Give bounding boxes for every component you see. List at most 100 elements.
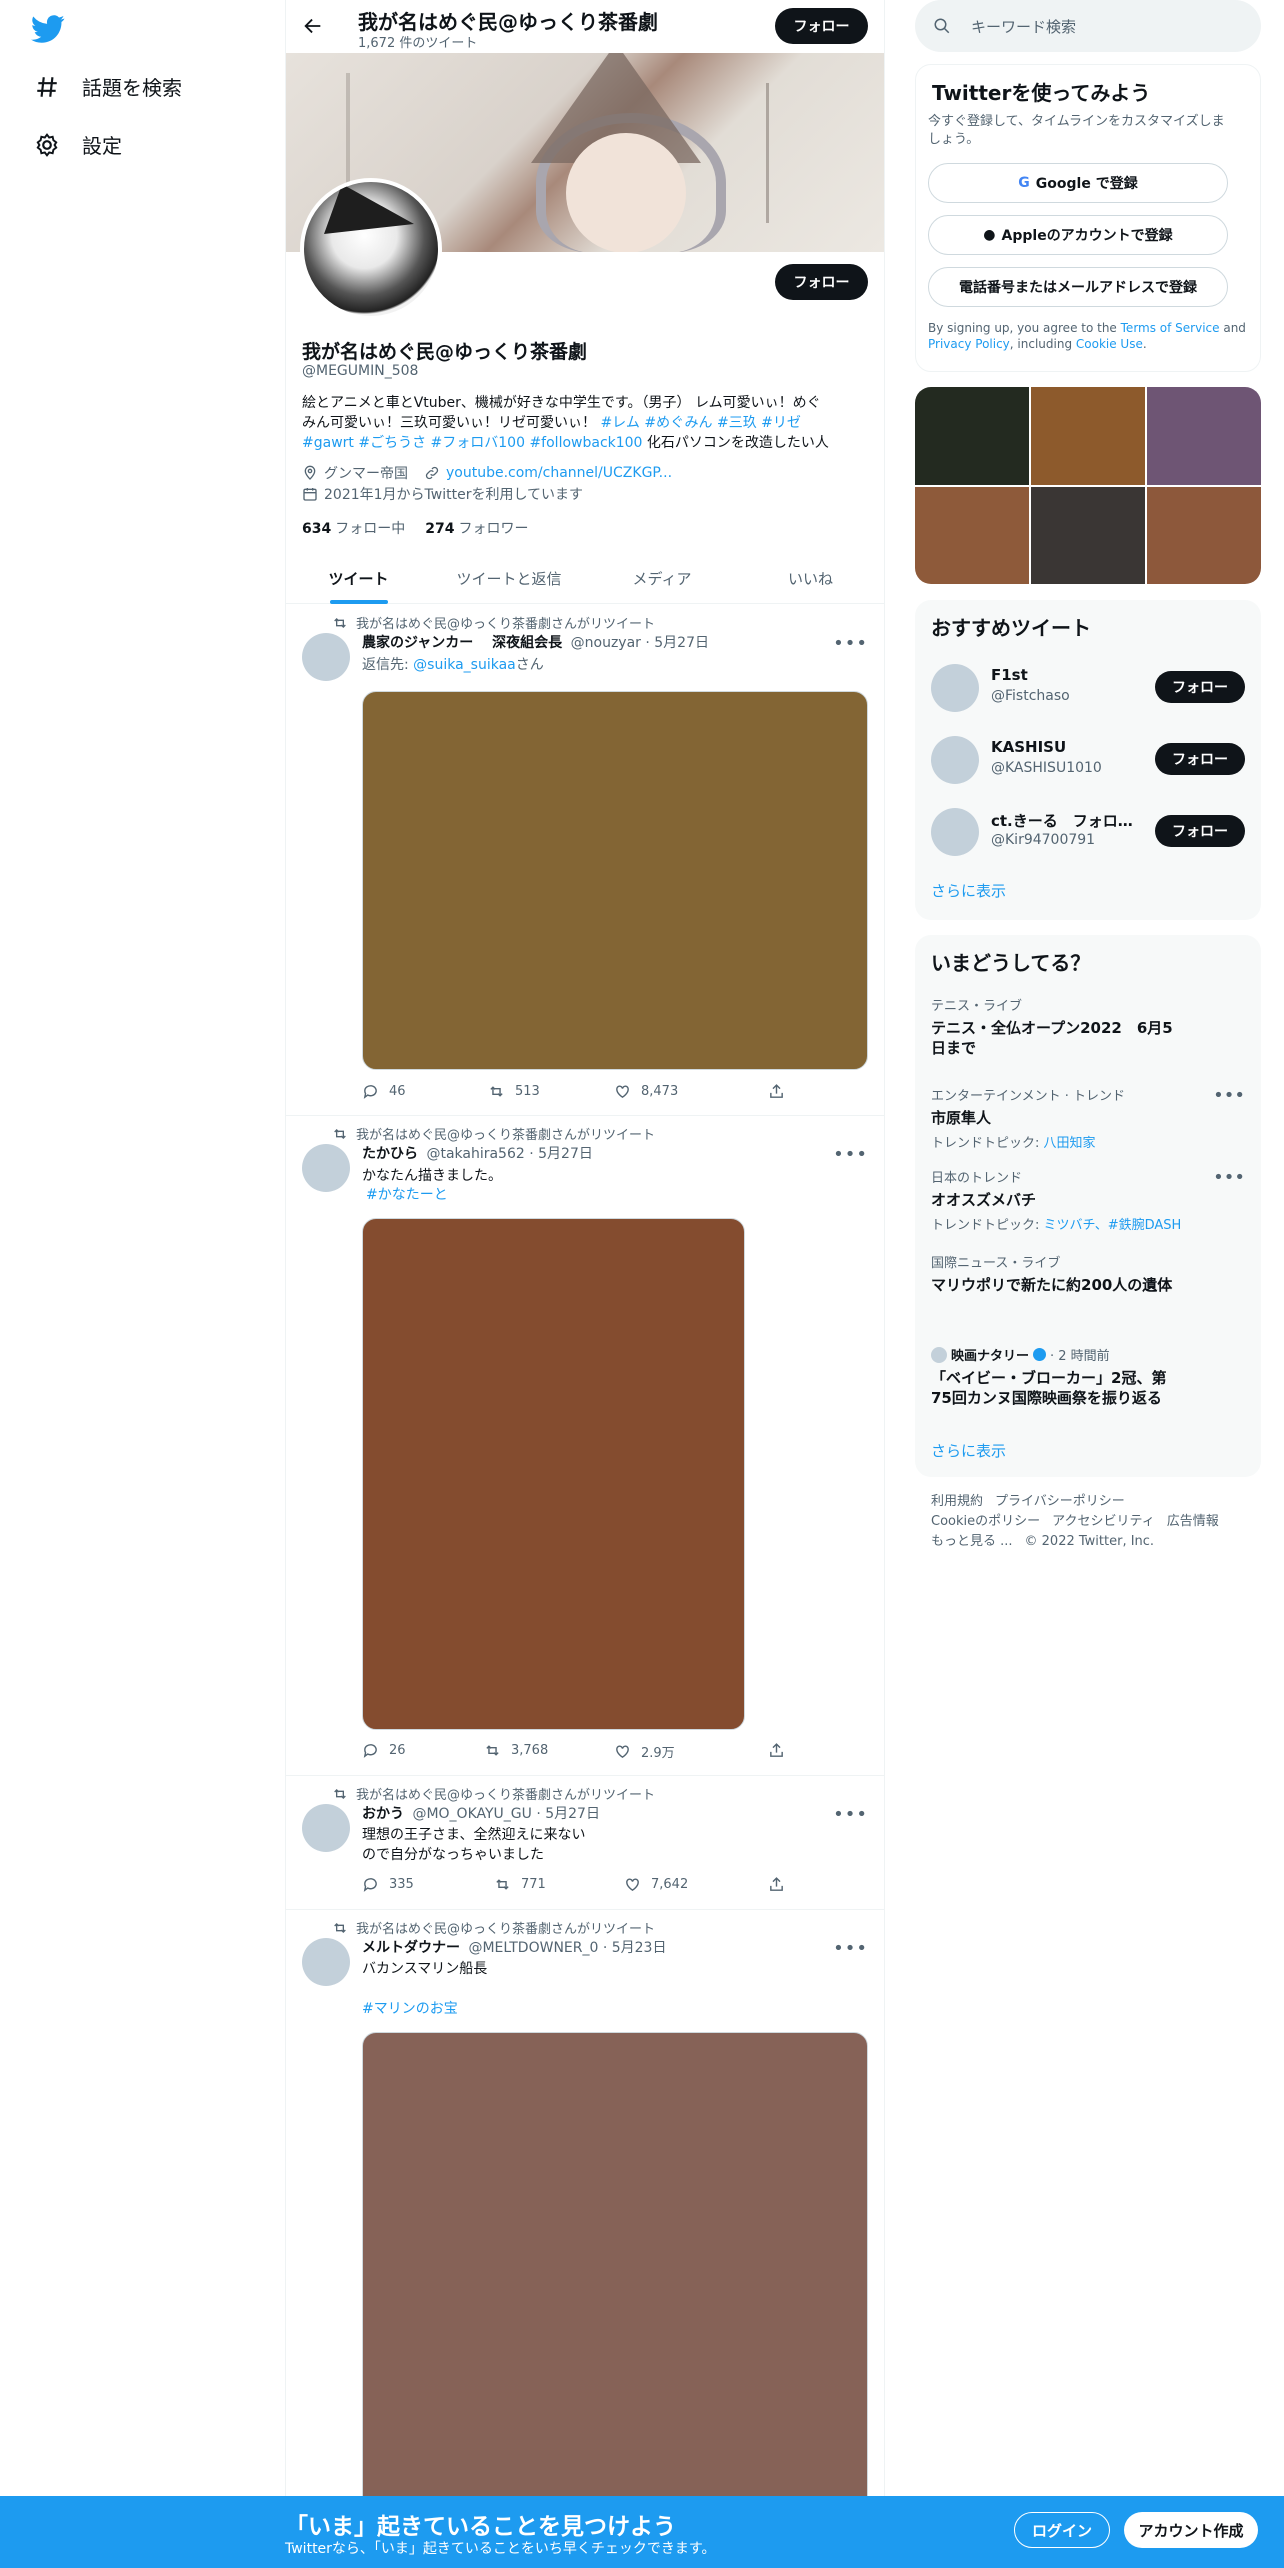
more-options-icon[interactable]: ••• <box>1213 1085 1245 1106</box>
profile-follow-button[interactable]: フォロー <box>775 264 868 300</box>
more-options-icon[interactable]: ••• <box>1213 1167 1245 1188</box>
nav-explore[interactable]: 話題を検索 <box>34 72 182 101</box>
retweet-icon <box>334 1788 346 1799</box>
back-arrow-icon[interactable] <box>302 15 324 37</box>
tweet-avatar[interactable] <box>302 1804 350 1852</box>
tab-tweets-and-replies[interactable]: ツイートと返信 <box>431 552 587 604</box>
retweet-button[interactable]: 513 <box>488 1083 540 1100</box>
tweet-author[interactable]: 農家のジャンカー 深夜組会長 @nouzyar · 5月27日 <box>362 632 709 652</box>
more-options-icon[interactable]: ••• <box>833 633 868 654</box>
google-icon: G <box>1018 175 1030 191</box>
follow-button[interactable]: フォロー <box>1155 815 1245 847</box>
show-more-link[interactable]: さらに表示 <box>931 1440 1006 1461</box>
tweet[interactable]: 我が名はめぐ民@ゆっくり茶番劇さんがリツイート たかひら @takahira56… <box>286 1116 884 1776</box>
header-follow-button[interactable]: フォロー <box>775 8 868 44</box>
profile-header-bar: 我が名はめぐ民@ゆっくり茶番劇 1,672 件のツイート フォロー <box>286 0 884 53</box>
like-button[interactable]: 2.9万 <box>614 1742 675 1761</box>
show-more-link[interactable]: さらに表示 <box>931 880 1006 901</box>
bio-hashtag[interactable]: #三玖 <box>713 415 757 431</box>
bio-hashtag[interactable]: #めぐみん <box>640 415 712 431</box>
media-thumbnail[interactable] <box>1147 387 1261 485</box>
tweet-media-image[interactable] <box>362 1218 745 1730</box>
tweet-avatar[interactable] <box>302 1144 350 1192</box>
more-options-icon[interactable]: ••• <box>833 1938 868 1959</box>
google-signup-button[interactable]: G Google で登録 <box>928 163 1228 203</box>
calendar-icon <box>303 488 317 501</box>
bio-hashtag[interactable]: #gawrt <box>302 435 354 451</box>
share-button[interactable] <box>768 1876 785 1893</box>
tweet[interactable]: 我が名はめぐ民@ゆっくり茶番劇さんがリツイート メルトダウナー @MELTDOW… <box>286 1910 884 2512</box>
recommended-user[interactable]: F1st @Fistchaso フォロー <box>931 658 1245 716</box>
tweet-author[interactable]: メルトダウナー @MELTDOWNER_0 · 5月23日 <box>362 1937 666 1957</box>
recommended-user[interactable]: KASHISU @KASHISU1010 フォロー <box>931 730 1245 788</box>
followers-count-link[interactable]: 274 フォロワー <box>425 518 528 538</box>
tweet-avatar[interactable] <box>302 1938 350 1986</box>
bio-hashtag[interactable]: #フォロバ100 <box>431 435 525 451</box>
trend-item[interactable]: 国際ニュース・ライブ マリウポリで新たに約200人の遺体 <box>931 1252 1245 1295</box>
privacy-link[interactable]: Privacy Policy <box>928 337 1010 351</box>
tweet-hashtag[interactable]: #かなたーと <box>366 1185 448 1205</box>
bio-hashtag[interactable]: #followback100 <box>529 435 642 451</box>
header-tweet-count: 1,672 件のツイート <box>358 36 478 51</box>
following-count-link[interactable]: 634 フォロー中 <box>302 518 405 538</box>
retweet-button[interactable]: 3,768 <box>484 1742 548 1759</box>
footer-link[interactable]: Cookieのポリシー <box>931 1514 1040 1529</box>
search-box[interactable]: キーワード検索 <box>915 0 1261 52</box>
media-thumbnail[interactable] <box>915 387 1029 485</box>
media-thumbnail[interactable] <box>915 486 1029 584</box>
footer-link[interactable]: 広告情報 <box>1167 1514 1219 1529</box>
tweet-actions: 26 3,768 2.9万 <box>362 1742 785 1762</box>
footer-link[interactable]: プライバシーポリシー <box>995 1494 1125 1509</box>
like-button[interactable]: 8,473 <box>614 1083 678 1100</box>
twitter-logo-icon[interactable] <box>30 12 66 46</box>
follow-button[interactable]: フォロー <box>1155 743 1245 775</box>
tweet-author[interactable]: たかひら @takahira562 · 5月27日 <box>362 1143 593 1163</box>
share-button[interactable] <box>768 1083 785 1100</box>
reply-button[interactable]: 335 <box>362 1876 414 1893</box>
profile-location: グンマー帝国 <box>324 466 408 482</box>
more-options-icon[interactable]: ••• <box>833 1804 868 1825</box>
footer-more-link[interactable]: もっと見る ... <box>931 1534 1013 1549</box>
tweet-author[interactable]: おかう @MO_OKAYU_GU · 5月27日 <box>362 1803 600 1823</box>
bio-hashtag[interactable]: #リゼ <box>757 415 801 431</box>
trend-item[interactable]: テニス・ライブ テニス・全仏オープン2022 6月5 日まで <box>931 995 1245 1058</box>
terms-link[interactable]: Terms of Service <box>1121 321 1220 335</box>
reply-mention[interactable]: @suika_suikaa <box>413 657 516 673</box>
recommended-user[interactable]: ct.きーる フォロバ100@Kir94700791フォロー <box>931 802 1245 860</box>
tab-media[interactable]: メディア <box>587 552 737 604</box>
footer-link[interactable]: 利用規約 <box>931 1494 983 1509</box>
tweet-avatar[interactable] <box>302 633 350 681</box>
tweet-text: バカンスマリン船長 <box>362 1961 488 1977</box>
profile-url[interactable]: youtube.com/channel/UCZKGP... <box>446 465 672 481</box>
tweet-media-image[interactable] <box>362 691 868 1070</box>
trend-item[interactable]: エンターテインメント · トレンド 市原隼人 トレンドトピック: 八田知家 ••… <box>931 1085 1245 1151</box>
like-button[interactable]: 7,642 <box>624 1876 688 1893</box>
footer-link[interactable]: アクセシビリティ <box>1052 1514 1155 1529</box>
retweet-button[interactable]: 771 <box>494 1876 546 1893</box>
trend-item[interactable]: 映画ナタリー · 2 時間前 「ベイビー・ブローカー」2冠、第 75回カンヌ国際映… <box>931 1345 1245 1408</box>
apple-signup-button[interactable]: ● Appleのアカウントで登録 <box>928 215 1228 255</box>
tab-tweets[interactable]: ツイート <box>286 552 431 604</box>
bio-hashtag[interactable]: #ごちうさ <box>358 435 426 451</box>
media-thumbnail[interactable] <box>1031 486 1145 584</box>
tweet-media-image[interactable] <box>362 2032 868 2512</box>
media-thumbnail[interactable] <box>1147 486 1261 584</box>
tweet[interactable]: 我が名はめぐ民@ゆっくり茶番劇さんがリツイート 農家のジャンカー 深夜組会長 @… <box>286 605 884 1116</box>
trend-item[interactable]: 日本のトレンド オオスズメバチ トレンドトピック: ミツバチ、#鉄腕DASH •… <box>931 1167 1245 1233</box>
bio-hashtag[interactable]: #レム <box>596 415 639 431</box>
cookie-link[interactable]: Cookie Use <box>1076 337 1143 351</box>
follow-button[interactable]: フォロー <box>1155 671 1245 703</box>
tweet-hashtag[interactable]: #マリンのお宝 <box>362 1999 458 2019</box>
profile-avatar[interactable] <box>300 178 442 320</box>
media-thumbnail[interactable] <box>1031 387 1145 485</box>
tweet[interactable]: 我が名はめぐ民@ゆっくり茶番劇さんがリツイート おかう @MO_OKAYU_GU… <box>286 1776 884 1910</box>
nav-settings[interactable]: 設定 <box>34 130 122 159</box>
share-button[interactable] <box>768 1742 785 1759</box>
reply-button[interactable]: 46 <box>362 1083 406 1100</box>
phone-email-signup-button[interactable]: 電話番号またはメールアドレスで登録 <box>928 267 1228 307</box>
reply-button[interactable]: 26 <box>362 1742 406 1759</box>
login-button[interactable]: ログイン <box>1014 2512 1110 2548</box>
more-options-icon[interactable]: ••• <box>833 1144 868 1165</box>
tab-likes[interactable]: いいね <box>737 552 884 604</box>
signup-button[interactable]: アカウント作成 <box>1124 2512 1258 2548</box>
